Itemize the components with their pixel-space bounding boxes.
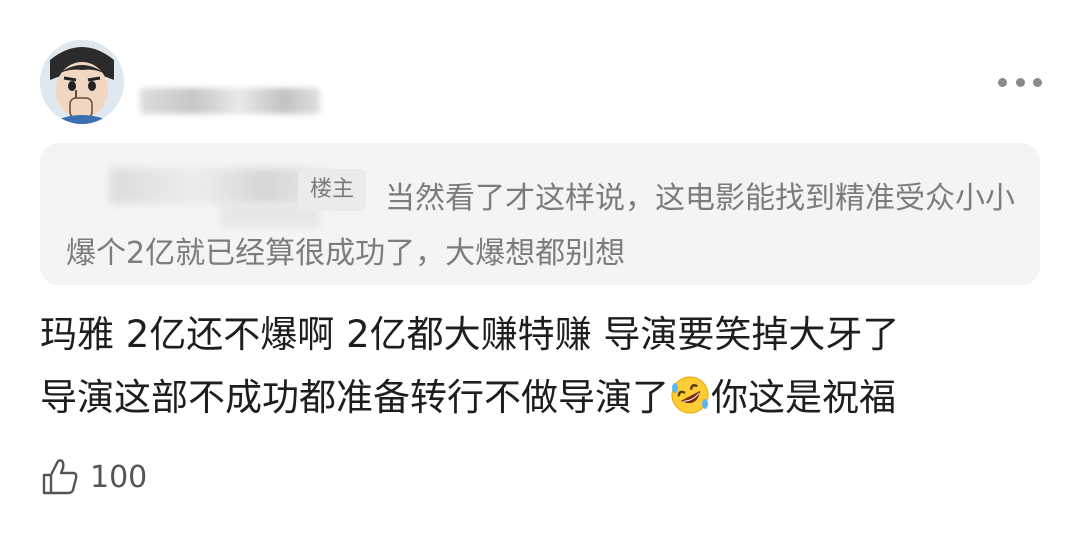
comment-text: 玛雅 2亿还不爆啊 2亿都大赚特赚 导演要笑掉大牙了 导演这部不成功都准备转行不… bbox=[40, 303, 1040, 429]
comment-line-2b: 你这是祝福 bbox=[711, 376, 896, 419]
like-button[interactable]: 100 bbox=[40, 455, 147, 499]
avatar[interactable] bbox=[40, 40, 124, 124]
more-dots-icon bbox=[1015, 77, 1025, 87]
comment-header bbox=[0, 0, 1080, 140]
username-redacted bbox=[140, 88, 320, 114]
more-dots-icon bbox=[998, 77, 1007, 87]
more-dots-icon bbox=[1033, 77, 1042, 87]
cartoon-avatar-icon bbox=[40, 40, 124, 124]
comment-line-1: 玛雅 2亿还不爆啊 2亿都大赚特赚 导演要笑掉大牙了 bbox=[40, 313, 900, 356]
quoted-text: 当然看了才这样说，这电影能找到精准受众小小爆个2亿就已经算很成功了，大爆想都别想 bbox=[66, 181, 1015, 271]
op-badge: 楼主 bbox=[298, 169, 367, 211]
more-button[interactable] bbox=[998, 68, 1042, 96]
like-count: 100 bbox=[90, 459, 148, 495]
thumbs-up-icon bbox=[42, 459, 78, 495]
comment-line-2a: 导演这部不成功都准备转行不做导演了 bbox=[40, 376, 669, 419]
rolling-laughing-emoji-icon bbox=[671, 376, 709, 414]
quoted-reply[interactable]: 当然看了才这样说，这电影能找到精准受众小小爆个2亿就已经算很成功了，大爆想都别想… bbox=[40, 143, 1040, 285]
